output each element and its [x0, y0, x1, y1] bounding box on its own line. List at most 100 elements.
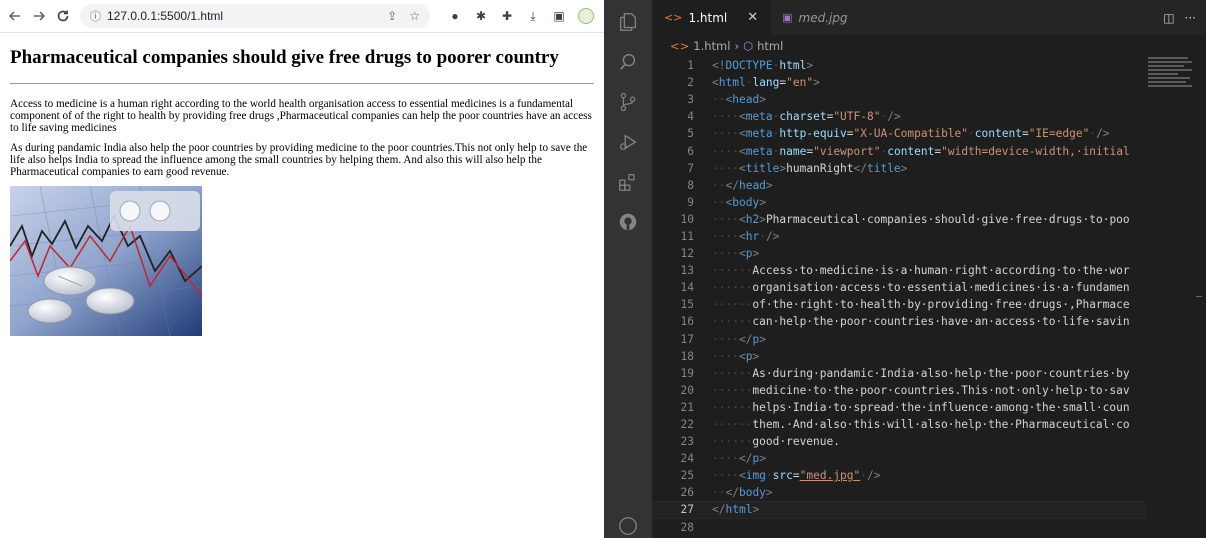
code-line[interactable]: 20 ······medicine·to·the·poor·countries.T… [652, 382, 1146, 399]
line-number: 12 [680, 247, 694, 261]
medicine-image [10, 186, 202, 336]
code-line[interactable]: 7 ····<title>humanRight</title> [652, 160, 1146, 177]
scrollbar[interactable] [1196, 296, 1202, 297]
share-icon[interactable]: ⇪ [387, 9, 397, 23]
code-editor[interactable]: 1 <!DOCTYPE·html> 2 <html·lang="en"> 3 ··<hea… [652, 57, 1146, 536]
code-line[interactable]: 14 ······organisation·access·to·essential… [652, 279, 1146, 296]
code-line[interactable]: 11 ····<hr·/> [652, 228, 1146, 245]
code-line[interactable]: 27 </html> [652, 501, 1146, 519]
info-icon[interactable]: ⓘ [90, 8, 101, 24]
extension-shield-icon[interactable]: ● [448, 9, 462, 23]
split-editor-icon[interactable]: ◫ [1163, 11, 1174, 25]
page-heading: Pharmaceutical companies should give fre… [10, 47, 559, 68]
code-line[interactable]: 18 ····<p> [652, 348, 1146, 365]
code-line[interactable]: 15 ······of·the·right·to·health·by·provid… [652, 296, 1146, 313]
paragraph-1: Access to medicine is a human right acco… [10, 98, 592, 134]
reload-icon[interactable] [56, 8, 70, 24]
line-number: 17 [680, 332, 694, 346]
code-line[interactable]: 5 ····<meta·http-equiv="X-UA-Compatible"·… [652, 125, 1146, 142]
profile-avatar[interactable] [578, 8, 594, 24]
code-line[interactable]: 26 ··</body> [652, 484, 1146, 501]
code-line[interactable]: 10 ····<h2>Pharmaceutical·companies·shoul… [652, 211, 1146, 228]
code-text: ······can·help·the·poor·countries·have·a… [712, 315, 1130, 329]
image-file-icon: ▣ [782, 11, 793, 24]
line-number: 4 [687, 110, 694, 124]
code-line[interactable]: 17 ····</p> [652, 331, 1146, 348]
line-number: 27 [680, 503, 694, 517]
run-debug-icon[interactable] [604, 122, 652, 162]
breadcrumb-file[interactable]: 1.html [693, 39, 730, 53]
sidepanel-icon[interactable]: ▣ [552, 9, 566, 23]
code-line[interactable]: 3 ··<head> [652, 91, 1146, 108]
search-icon[interactable] [604, 42, 652, 82]
code-text: ······them.·And·also·this·will·also·help… [712, 418, 1130, 432]
code-line[interactable]: 28 [652, 519, 1146, 536]
code-line[interactable]: 19 ······As·during·pandamic·India·also·he… [652, 365, 1146, 382]
code-line[interactable]: 21 ······helps·India·to·spread·the·influe… [652, 399, 1146, 416]
line-number: 25 [680, 469, 694, 483]
close-icon[interactable]: ✕ [747, 10, 758, 25]
line-number: 7 [687, 161, 694, 175]
code-text: </html> [712, 503, 760, 517]
code-text: ····<meta·name="viewport"·content="width… [712, 144, 1130, 158]
forward-icon[interactable] [32, 8, 46, 24]
minimap[interactable] [1148, 57, 1192, 97]
accounts-icon[interactable] [604, 514, 652, 538]
tab-med-jpg[interactable]: ▣ med.jpg [770, 0, 859, 35]
code-line[interactable]: 1 <!DOCTYPE·html> [652, 57, 1146, 74]
breadcrumb-element[interactable]: html [757, 39, 783, 53]
code-line[interactable]: 24 ····</p> [652, 450, 1146, 467]
extensions-puzzle-icon[interactable]: ✚ [500, 9, 514, 23]
extensions-icon[interactable] [604, 162, 652, 202]
editor-tabs: <> 1.html ✕ ▣ med.jpg ◫ ··· [652, 0, 1206, 35]
line-number: 24 [680, 452, 694, 466]
line-number: 20 [680, 383, 694, 397]
more-actions-icon[interactable]: ··· [1185, 11, 1196, 25]
line-number: 26 [680, 486, 694, 500]
code-line[interactable]: 4 ····<meta·charset="UTF-8"·/> [652, 108, 1146, 125]
code-text: ······As·during·pandamic·India·also·help… [712, 366, 1130, 380]
extension-bug-icon[interactable]: ✱ [474, 9, 488, 23]
github-icon[interactable] [604, 202, 652, 242]
code-line[interactable]: 2 <html·lang="en"> [652, 74, 1146, 91]
code-line[interactable]: 16 ······can·help·the·poor·countries·have… [652, 313, 1146, 330]
source-control-icon[interactable] [604, 82, 652, 122]
tab-label: 1.html [688, 10, 728, 25]
explorer-icon[interactable] [604, 2, 652, 42]
code-text: ······good·revenue. [712, 435, 840, 449]
code-line[interactable]: 23 ······good·revenue. [652, 433, 1146, 450]
html-file-icon: <> [670, 39, 690, 53]
code-line[interactable]: 13 ······Access·to·medicine·is·a·human·ri… [652, 262, 1146, 279]
code-text: ····<hr·/> [712, 229, 780, 243]
code-text: ··<head> [712, 93, 766, 107]
line-number: 14 [680, 281, 694, 295]
line-number: 8 [687, 178, 694, 192]
horizontal-rule [10, 83, 594, 84]
code-text: ··</body> [712, 486, 773, 500]
code-text: ······organisation·access·to·essential·m… [712, 281, 1130, 295]
line-number: 3 [687, 93, 694, 107]
bookmark-star-icon[interactable]: ☆ [409, 9, 420, 23]
line-number: 2 [687, 76, 694, 90]
code-text: ····<meta·charset="UTF-8"·/> [712, 110, 901, 124]
code-line[interactable]: 6 ····<meta·name="viewport"·content="widt… [652, 142, 1146, 159]
line-number: 16 [680, 315, 694, 329]
code-line[interactable]: 25 ····<img·src="med.jpg"·/> [652, 467, 1146, 484]
code-line[interactable]: 12 ····<p> [652, 245, 1146, 262]
back-icon[interactable] [8, 8, 22, 24]
address-bar[interactable]: ⓘ 127.0.0.1:5500/1.html ⇪ ☆ [80, 4, 430, 28]
download-icon[interactable]: ⤓ [526, 9, 540, 23]
line-number: 5 [687, 127, 694, 141]
html-file-icon: <> [664, 11, 683, 24]
code-line[interactable]: 9 ··<body> [652, 194, 1146, 211]
code-line[interactable]: 8 ··</head> [652, 177, 1146, 194]
line-number: 10 [680, 212, 694, 226]
vscode-window: <> 1.html ✕ ▣ med.jpg ◫ ··· <> 1.html › … [604, 0, 1206, 538]
code-text: ····<p> [712, 247, 760, 261]
code-text: ··<body> [712, 195, 766, 209]
tab-label: med.jpg [798, 10, 848, 25]
tab-1-html[interactable]: <> 1.html ✕ [652, 0, 771, 35]
code-line[interactable]: 22 ······them.·And·also·this·will·also·he… [652, 416, 1146, 433]
code-text: ······helps·India·to·spread·the·influenc… [712, 400, 1130, 414]
code-text: ······of·the·right·to·health·by·providin… [712, 298, 1130, 312]
